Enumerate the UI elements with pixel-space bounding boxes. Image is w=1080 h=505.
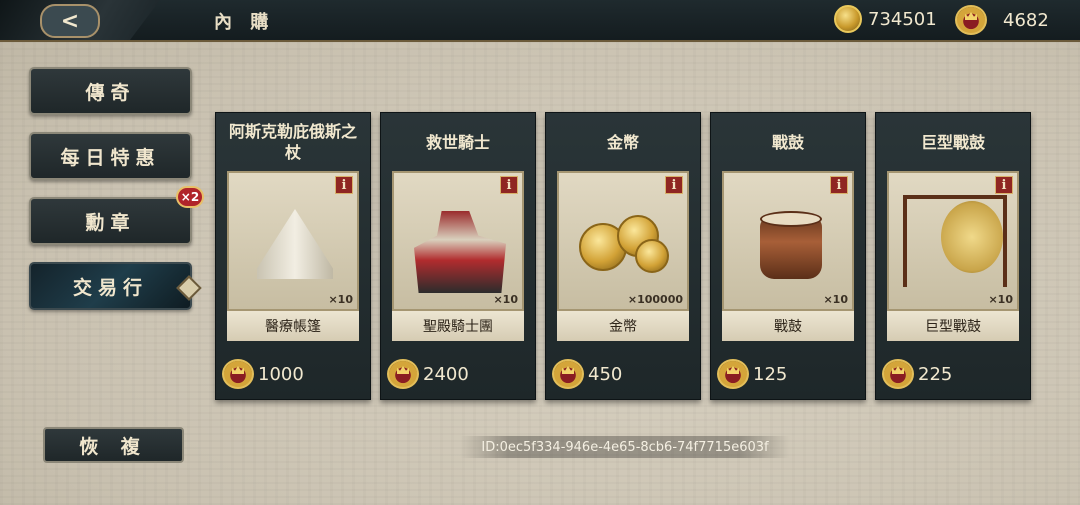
info-icon[interactable]: i	[830, 176, 848, 194]
crown-currency: 4682	[955, 5, 1049, 35]
card-quantity: ×100000	[627, 293, 683, 306]
sidebar-item-label: 交易行	[72, 276, 148, 299]
crown-medal-icon	[552, 359, 584, 389]
drum-art: i ×10	[722, 171, 854, 311]
shop-card-staff[interactable]: 阿斯克勒庇俄斯之杖 i ×10 醫療帳篷 1000	[215, 112, 371, 400]
back-button-panel: <	[0, 0, 160, 40]
restore-button[interactable]: 恢 複	[43, 427, 184, 463]
knight-icon	[414, 211, 506, 293]
sidebar-item-label: 傳奇	[85, 81, 136, 104]
card-item-name: 金幣	[557, 311, 689, 341]
card-price: 1000	[258, 363, 304, 385]
back-arrow-icon: <	[60, 8, 80, 34]
card-price: 2400	[423, 363, 469, 385]
price-row: 225	[882, 359, 952, 389]
sidebar-item-daily-deals[interactable]: 每日特惠	[29, 132, 192, 180]
card-quantity: ×10	[988, 293, 1013, 306]
knight-art: i ×10	[392, 171, 524, 311]
info-icon[interactable]: i	[665, 176, 683, 194]
crown-medal-icon	[955, 5, 987, 35]
info-icon[interactable]: i	[335, 176, 353, 194]
giant-drum-art: i ×10	[887, 171, 1019, 311]
card-title: 金幣	[606, 132, 639, 152]
card-quantity: ×10	[328, 293, 353, 306]
price-row: 1000	[222, 359, 304, 389]
card-item-name: 巨型戰鼓	[887, 311, 1019, 341]
card-title: 阿斯克勒庇俄斯之杖	[228, 122, 357, 162]
card-price: 125	[753, 363, 788, 385]
crown-medal-icon	[717, 359, 749, 389]
sidebar-item-legend[interactable]: 傳奇	[29, 67, 192, 115]
price-row: 450	[552, 359, 622, 389]
gold-amount: 734501	[868, 8, 937, 30]
card-title: 救世騎士	[425, 132, 490, 152]
price-row: 2400	[387, 359, 469, 389]
crown-medal-icon	[222, 359, 254, 389]
price-row: 125	[717, 359, 787, 389]
card-price: 225	[918, 363, 953, 385]
sidebar-item-medals[interactable]: 勳章	[29, 197, 192, 245]
back-button[interactable]: <	[40, 4, 100, 38]
card-quantity: ×10	[493, 293, 518, 306]
sidebar-item-label: 勳章	[85, 211, 136, 234]
restore-label: 恢 複	[79, 435, 148, 458]
giant-drum-icon	[941, 201, 1003, 273]
sidebar-item-label: 每日特惠	[60, 146, 161, 169]
card-price: 450	[588, 363, 623, 385]
shop-card-giant-war-drum[interactable]: 巨型戰鼓 i ×10 巨型戰鼓 225	[875, 112, 1031, 400]
gold-coin-icon	[834, 5, 862, 33]
card-item-name: 戰鼓	[722, 311, 854, 341]
sidebar-item-trading-house[interactable]: 交易行	[29, 262, 192, 310]
card-title: 戰鼓	[771, 132, 804, 152]
tent-art: i ×10	[227, 171, 359, 311]
gold-coin-icon	[635, 239, 669, 273]
card-quantity: ×10	[823, 293, 848, 306]
shop-card-gold[interactable]: 金幣 i ×100000 金幣 450	[545, 112, 701, 400]
top-bar: < 內 購 734501 4682	[0, 0, 1080, 42]
gold-currency: 734501	[834, 5, 937, 33]
gold-pile-art: i ×100000	[557, 171, 689, 311]
double-badge: ×2	[176, 186, 204, 208]
crown-medal-icon	[387, 359, 419, 389]
card-title: 巨型戰鼓	[920, 132, 985, 152]
page-title: 內 購	[214, 12, 275, 33]
crown-medal-icon	[882, 359, 914, 389]
tent-icon	[257, 209, 333, 279]
info-icon[interactable]: i	[995, 176, 1013, 194]
crown-amount: 4682	[1003, 9, 1049, 31]
card-item-name: 聖殿騎士團	[392, 311, 524, 341]
shop-card-war-drum[interactable]: 戰鼓 i ×10 戰鼓 125	[710, 112, 866, 400]
drum-head-icon	[760, 211, 822, 227]
card-item-name: 醫療帳篷	[227, 311, 359, 341]
info-icon[interactable]: i	[500, 176, 518, 194]
user-id-text: ID:0ec5f334-946e-4e65-8cb6-74f7715e603f	[460, 436, 790, 458]
shop-card-savior-knight[interactable]: 救世騎士 i ×10 聖殿騎士團 2400	[380, 112, 536, 400]
